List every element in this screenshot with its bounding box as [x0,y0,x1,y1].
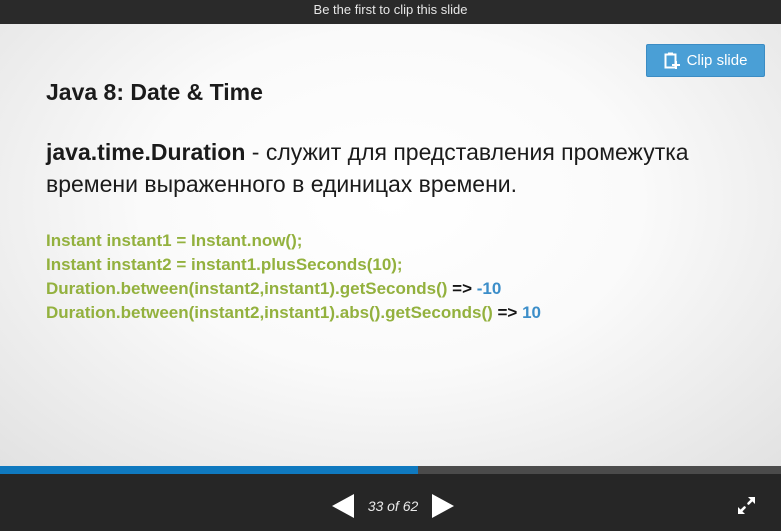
triangle-right-icon[interactable] [432,494,454,518]
clip-icon [664,52,680,69]
clip-prompt-text: Be the first to clip this slide [313,2,468,17]
slide-progress-fill [0,466,418,474]
code-result: 10 [522,303,542,322]
slide-counter: 33 of 62 [367,498,419,514]
description-term: java.time.Duration [46,139,246,165]
code-line: Duration.between(instant2,instant1).getS… [46,277,541,301]
code-text: Duration.between(instant2,instant1).getS… [46,279,448,298]
code-line: Instant instant1 = Instant.now(); [46,229,541,253]
code-text: Instant instant1 = Instant.now(); [46,231,303,250]
slide-progress-bar[interactable] [0,466,781,474]
code-result: -10 [476,279,502,298]
code-block: Instant instant1 = Instant.now(); Instan… [46,229,541,325]
code-line: Duration.between(instant2,instant1).abs(… [46,301,541,325]
expand-icon[interactable] [736,495,757,516]
triangle-left-icon[interactable] [332,494,354,518]
code-arrow: => [452,279,473,298]
clip-slide-button[interactable]: Clip slide [646,44,765,77]
code-text: Duration.between(instant2,instant1).abs(… [46,303,493,322]
code-text: Instant instant2 = instant1.plusSeconds(… [46,255,403,274]
clip-slide-label: Clip slide [686,52,748,69]
clip-prompt-bar: Be the first to clip this slide [0,0,781,24]
slide-title: Java 8: Date & Time [46,79,263,105]
code-line: Instant instant2 = instant1.plusSeconds(… [46,253,541,277]
code-arrow: => [497,303,518,322]
slide-canvas: Clip slide Java 8: Date & Time java.time… [0,24,781,466]
player-controls: 33 of 62 [0,474,781,531]
slide-description: java.time.Duration - служит для представ… [46,136,766,200]
